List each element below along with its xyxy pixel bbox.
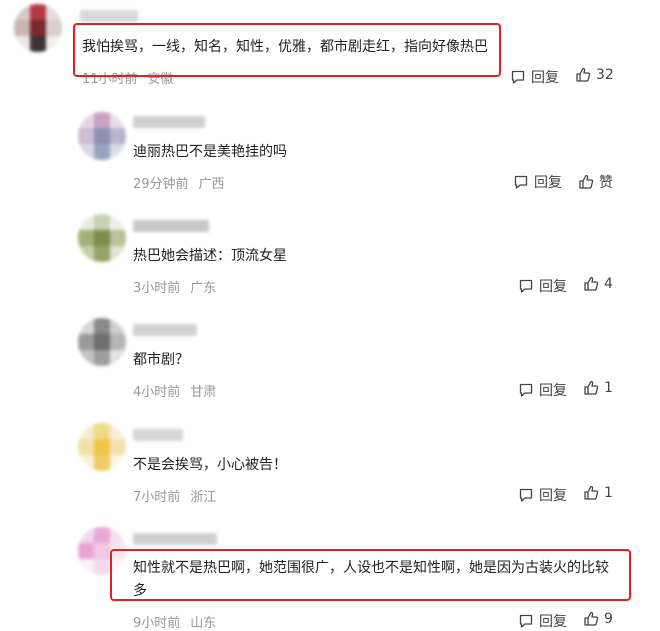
comment-text: 迪丽热巴不是美艳挂的吗 [133,144,287,160]
comment-time: 7小时前 [133,490,181,505]
username[interactable] [133,116,205,128]
comment-text: 热巴她会描述：顶流女星 [133,248,287,264]
reply-button[interactable]: 回复 [518,611,567,631]
comment-bubble-icon [519,614,533,628]
thumbs-up-icon [584,380,599,395]
reply-button[interactable]: 回复 [513,172,562,192]
comment-region: 甘肃 [190,385,217,400]
comment-region: 广西 [198,177,225,192]
like-button[interactable]: 32 [575,67,614,83]
comment-region: 广东 [190,281,217,296]
like-button[interactable]: 1 [583,380,613,396]
like-count: 4 [604,276,613,292]
like-button[interactable]: 4 [583,276,613,292]
thumbs-up-icon [584,611,599,626]
like-count: 32 [596,67,614,83]
comment-text: 不是会挨骂，小心被告！ [133,457,287,473]
username[interactable] [133,220,209,232]
thumbs-up-icon [576,67,591,82]
reply-button[interactable]: 回复 [510,67,559,87]
avatar[interactable] [78,318,126,366]
comment-meta: 29分钟前 广西 [133,173,225,192]
username[interactable] [133,324,197,336]
comment-bubble-icon [519,383,533,397]
avatar[interactable] [78,112,126,160]
reply-button[interactable]: 回复 [518,276,567,296]
comment-time: 3小时前 [133,281,181,296]
comment-meta: 9小时前 山东 [133,612,216,631]
like-button[interactable]: 赞 [578,172,613,192]
username[interactable] [133,533,217,545]
comment-text: 都市剧？ [133,352,189,368]
comment-meta: 7小时前 浙江 [133,486,216,505]
avatar[interactable] [14,4,62,52]
reply-button[interactable]: 回复 [518,380,567,400]
comment-region: 浙江 [190,490,217,505]
reply-label: 回复 [539,614,567,630]
username[interactable] [80,10,138,22]
thumbs-up-icon [584,485,599,500]
avatar[interactable] [78,214,126,262]
reply-label: 回复 [539,279,567,295]
reply-label: 回复 [539,383,567,399]
like-count: 1 [604,485,613,501]
comment-time: 9小时前 [133,616,181,631]
comment-time: 4小时前 [133,385,181,400]
reply-button[interactable]: 回复 [518,485,567,505]
avatar[interactable] [78,423,126,471]
like-button[interactable]: 9 [583,611,613,627]
comment-bubble-icon [514,175,528,189]
reply-label: 回复 [531,70,559,86]
like-count: 赞 [599,175,613,191]
comment-meta: 3小时前 广东 [133,277,216,296]
reply-label: 回复 [539,488,567,504]
thumbs-up-icon [579,174,594,189]
comment-region: 山东 [190,616,217,631]
highlight-box [110,549,631,601]
comment-time: 29分钟前 [133,177,189,192]
like-button[interactable]: 1 [583,485,613,501]
username[interactable] [133,429,183,441]
reply-label: 回复 [534,175,562,191]
comment-bubble-icon [511,70,525,84]
like-count: 9 [604,611,613,627]
comment-bubble-icon [519,279,533,293]
thumbs-up-icon [584,276,599,291]
highlight-box [73,23,501,77]
like-count: 1 [604,380,613,396]
comment-bubble-icon [519,488,533,502]
comment-meta: 4小时前 甘肃 [133,381,216,400]
